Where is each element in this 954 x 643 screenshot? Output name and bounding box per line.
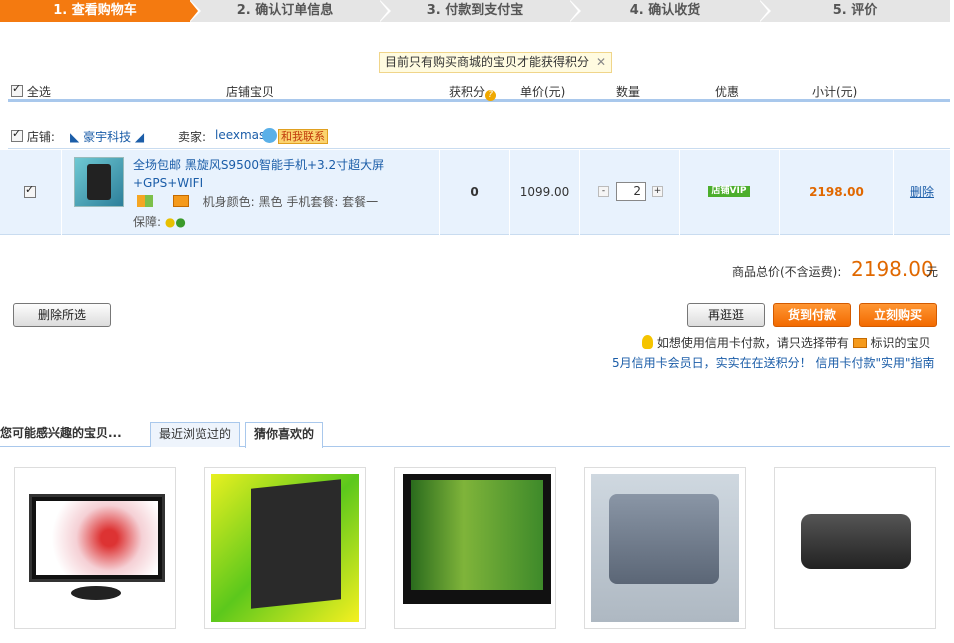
delete-item-link[interactable]: 删除 — [894, 150, 950, 235]
total-value: 2198.00 — [851, 257, 934, 281]
monitor-shape — [251, 479, 341, 609]
shop-name: 豪宇科技 — [83, 130, 132, 144]
product-card[interactable] — [14, 467, 176, 629]
tooltip-text: 目前只有购买商城的宝贝才能获得积分 — [385, 55, 590, 69]
step-label: 5. 评价 — [832, 3, 878, 18]
item-unit-price: 1099.00 — [510, 150, 580, 235]
monitor-shape — [29, 494, 165, 582]
total-unit: 元 — [926, 265, 939, 279]
quantity-increase-button[interactable]: + — [652, 186, 663, 197]
product-image — [21, 474, 169, 622]
step-label: 3. 付款到支付宝 — [426, 3, 524, 18]
contact-seller[interactable]: 和我联系 — [262, 128, 328, 144]
shop-name-link[interactable]: ◣ 豪宇科技 ◢ — [70, 128, 144, 145]
seller-label: 卖家: — [178, 130, 207, 144]
delete-selected-button[interactable]: 删除所选 — [13, 303, 111, 327]
product-image — [211, 474, 359, 622]
credit-note-prefix: 如想使用信用卡付款，请只选择带有 — [656, 336, 849, 350]
seller-link[interactable]: leexmas — [215, 128, 265, 142]
cart-item-row: 全场包邮 黑旋风S9500智能手机+3.2寸超大屏+GPS+WIFI 机身颜色:… — [0, 150, 950, 235]
col-quantity: 数量 — [616, 85, 641, 99]
col-points-label: 获积分 — [449, 85, 486, 99]
corner-icon: ◢ — [134, 130, 145, 144]
product-card[interactable] — [204, 467, 366, 629]
tab-you-may-like[interactable]: 猜你喜欢的 — [245, 422, 324, 448]
screen-shape — [411, 480, 543, 590]
item-info-cell — [62, 150, 440, 235]
checkout-steps: 1. 查看购物车 2. 确认订单信息 3. 付款到支付宝 4. 确认收货 5. … — [0, 0, 950, 22]
col-subtotal: 小计(元) — [812, 85, 858, 99]
shop-vip-badge: 店铺VIP — [708, 186, 750, 197]
continue-shopping-button[interactable]: 再逛逛 — [687, 303, 765, 327]
product-image — [591, 474, 739, 622]
buy-now-button[interactable]: 立刻购买 — [859, 303, 937, 327]
shop-row: 店铺: ◣ 豪宇科技 ◢ 卖家: leexmas 和我联系 — [8, 125, 950, 149]
item-select-cell — [0, 150, 62, 235]
qq-icon — [262, 128, 277, 143]
credit-card-icon — [852, 338, 867, 348]
product-card[interactable] — [584, 467, 746, 629]
lightbulb-icon — [642, 335, 653, 349]
corner-icon: ◣ — [70, 130, 80, 144]
credit-promo-link[interactable]: 5月信用卡会员日，实实在在送积分！ 信用卡付款"实用"指南 — [612, 354, 935, 371]
step-label: 1. 查看购物车 — [53, 3, 137, 18]
credit-note-suffix: 标识的宝贝 — [870, 336, 931, 350]
close-icon[interactable]: ✕ — [596, 53, 606, 72]
col-shop-item: 店铺宝贝 — [226, 85, 275, 99]
shop-label: 店铺: — [26, 130, 55, 144]
col-discount: 优惠 — [715, 85, 740, 99]
checkbox-icon[interactable] — [11, 82, 23, 97]
select-all[interactable]: 全选 — [11, 82, 51, 100]
tab-divider — [0, 446, 950, 447]
step-label: 2. 确认订单信息 — [236, 3, 334, 18]
quantity-input[interactable]: 2 — [616, 182, 646, 201]
item-points: 0 — [440, 150, 510, 235]
item-subtotal: 2198.00 — [780, 150, 894, 235]
monitor-shape — [403, 474, 551, 604]
col-unit-price: 单价(元) — [520, 85, 566, 99]
step-view-cart: 1. 查看购物车 — [0, 0, 201, 22]
step-pay-alipay: 3. 付款到支付宝 — [380, 0, 581, 22]
shop-select[interactable]: 店铺: — [11, 127, 55, 145]
step-review: 5. 评价 — [760, 0, 950, 22]
quantity-decrease-button[interactable]: - — [598, 186, 609, 197]
select-all-label: 全选 — [26, 85, 51, 99]
col-points: 获积分? — [449, 83, 497, 101]
product-card[interactable] — [774, 467, 936, 629]
step-confirm-order: 2. 确认订单信息 — [190, 0, 391, 22]
screen-shape — [36, 501, 158, 575]
recommend-title: 您可能感兴趣的宝贝... — [0, 426, 122, 440]
checkbox-icon[interactable] — [11, 127, 23, 142]
credit-card-note: 如想使用信用卡付款，请只选择带有 标识的宝贝 — [642, 334, 931, 351]
total-label: 商品总价(不含运费): — [732, 265, 842, 279]
product-image — [401, 474, 551, 622]
help-icon[interactable]: ? — [485, 90, 497, 101]
camcorder-shape — [801, 514, 911, 569]
product-card[interactable] — [394, 467, 556, 629]
stand-shape — [71, 586, 121, 600]
cart-table-header: 全选 店铺宝贝 获积分? 单价(元) 数量 优惠 小计(元) — [8, 80, 950, 102]
camcorder-shape — [609, 494, 719, 584]
item-checkbox[interactable] — [24, 183, 36, 198]
contact-label: 和我联系 — [278, 129, 328, 144]
points-tooltip: 目前只有购买商城的宝贝才能获得积分 ✕ — [379, 52, 613, 73]
step-label: 4. 确认收货 — [629, 3, 701, 18]
product-image — [781, 474, 929, 622]
cash-on-delivery-button[interactable]: 货到付款 — [773, 303, 851, 327]
tab-recently-viewed[interactable]: 最近浏览过的 — [150, 422, 241, 447]
step-confirm-receipt: 4. 确认收货 — [570, 0, 771, 22]
